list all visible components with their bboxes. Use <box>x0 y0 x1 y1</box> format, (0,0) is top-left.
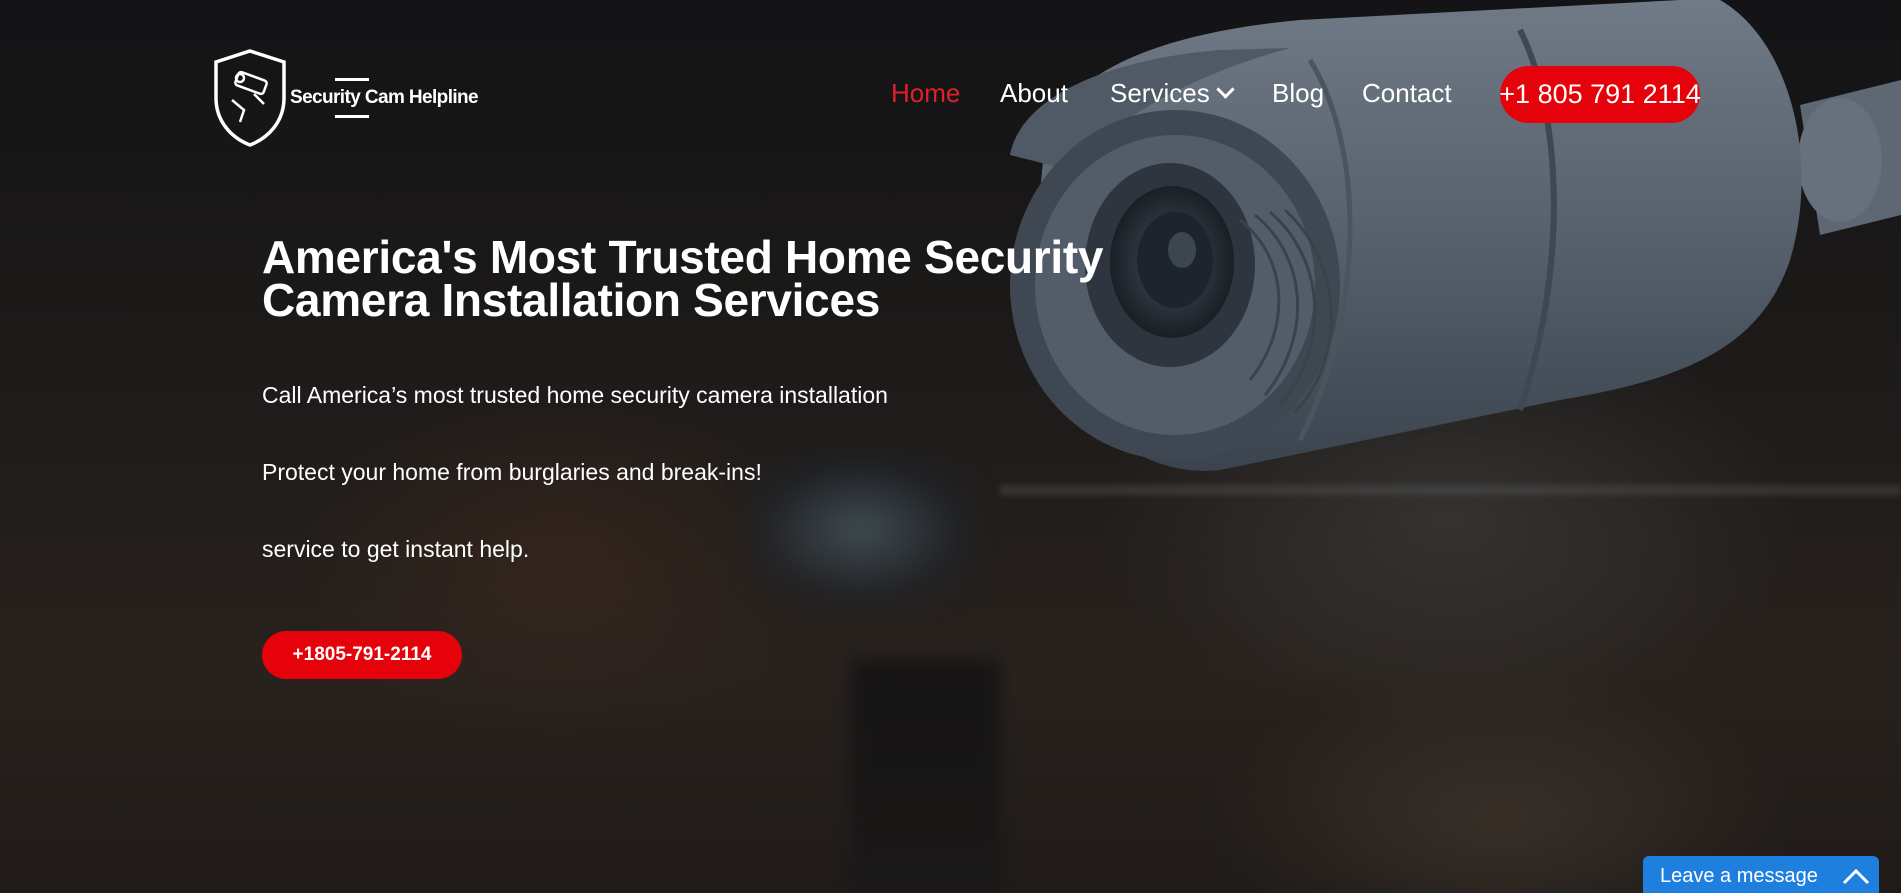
hero-paragraph-3: service to get instant help. <box>262 536 530 562</box>
hero-call-button[interactable]: +1805-791-2114 <box>262 631 462 679</box>
hero-paragraph-2: Protect your home from burglaries and br… <box>262 459 762 485</box>
hero-paragraph-1: Call America’s most trusted home securit… <box>262 382 888 408</box>
nav-contact[interactable]: Contact <box>1362 78 1452 109</box>
nav-about[interactable]: About <box>1000 78 1068 109</box>
nav-services-label: Services <box>1110 78 1210 108</box>
chevron-up-icon[interactable] <box>1841 866 1871 886</box>
hero-headline: America's Most Trusted Home Security Cam… <box>262 231 1162 326</box>
nav-blog[interactable]: Blog <box>1272 78 1324 109</box>
nav-home[interactable]: Home <box>891 78 960 109</box>
header-phone-button[interactable]: +1 805 791 2114 <box>1499 66 1701 123</box>
chevron-down-icon <box>1216 80 1235 99</box>
leave-message-label: Leave a message <box>1660 865 1818 887</box>
nav-services[interactable]: Services <box>1110 78 1235 109</box>
hero-headline-line2: Camera Installation Services <box>262 274 881 326</box>
hero-headline-line1: America's Most Trusted Home Security <box>262 231 1104 283</box>
main-navigation: Home About Services Blog Contact +1 805 … <box>0 66 1901 126</box>
leave-message-widget[interactable]: Leave a message <box>1643 856 1879 893</box>
